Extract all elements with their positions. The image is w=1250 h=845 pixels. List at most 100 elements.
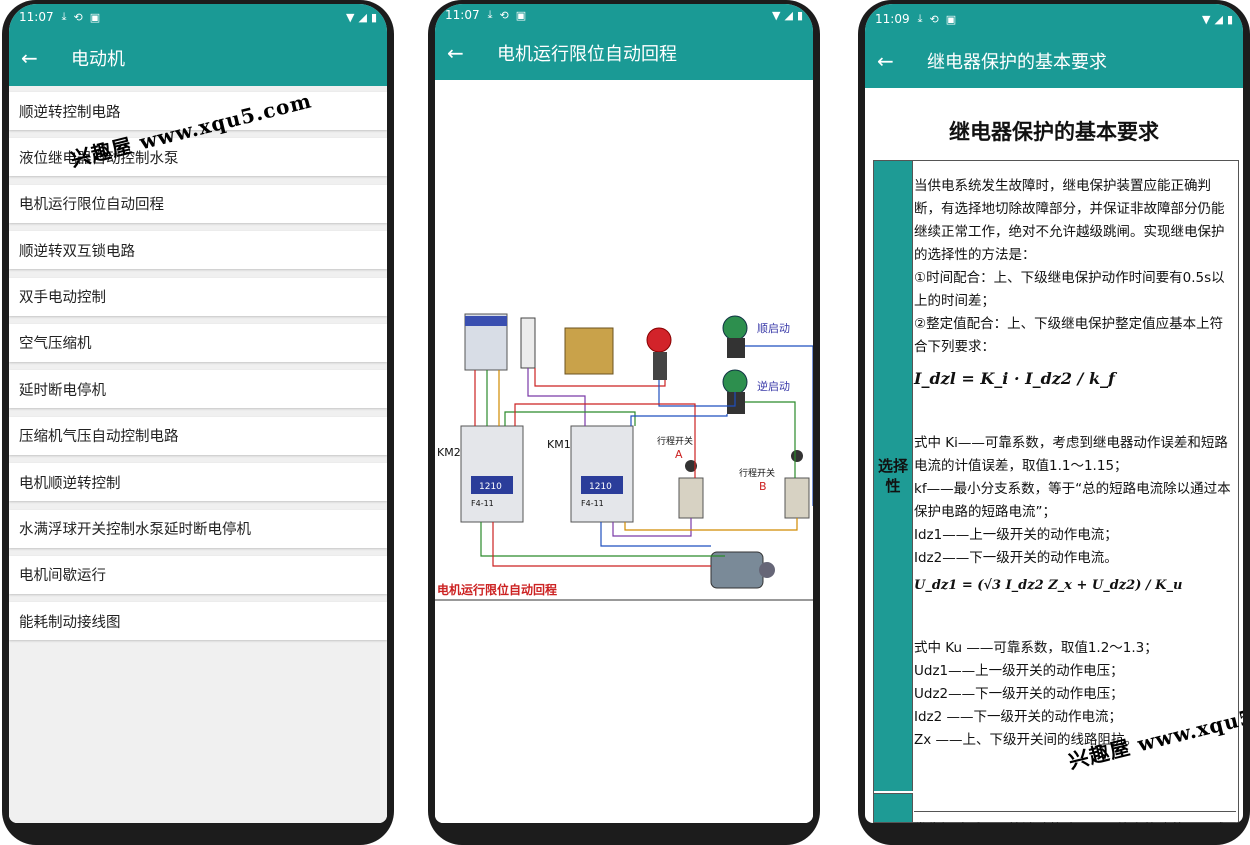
topic-list: 顺逆转控制电路 液位继电器自动控制水泵 电机运行限位自动回程 顺逆转双互锁电路 … [9,86,387,823]
limit-switch-b-letter: B [759,480,767,493]
phone-frame-2: 11:07 ⤓ ⟲ ▣ ▼ ◢ ▮ ← 电机运行限位自动回程 顺启动 逆启动 1… [428,0,820,845]
screen-1: 11:07 ⤓ ⟲ ▣ ▼ ◢ ▮ ← 电动机 顺逆转控制电路 液位继电器自动控… [9,4,387,823]
km2-sub-model: F4-11 [471,499,494,508]
list-item[interactable]: 空气压缩机 [9,323,387,362]
notification-icon: ▣ [945,12,957,26]
next-section-text: 发生短路后，尽快消除故障，可以缩小故障范围，减 [914,811,1236,823]
list-item[interactable]: 电机间歇运行 [9,555,387,594]
list-item[interactable]: 电机顺逆转控制 [9,463,387,502]
content-cell: 当供电系统发生故障时，继电保护装置应能正确判断，有选择地切除故障部分，并保证非故… [914,175,1236,752]
reverse-start-button [722,369,748,395]
signal-icon: ◢ [1214,12,1223,26]
back-arrow-icon[interactable]: ← [877,49,917,73]
list-item[interactable]: 压缩机气压自动控制电路 [9,416,387,455]
km2-label: KM2 [437,446,461,459]
phone-frame-3: 11:09 ⤓ ⟲ ▣ ▼ ◢ ▮ ← 继电器保护的基本要求 继电器保护的基本要… [858,0,1250,845]
status-bar: 11:09 ⤓ ⟲ ▣ ▼ ◢ ▮ [865,4,1243,34]
km1-sub-model: F4-11 [581,499,604,508]
page-title: 电机运行限位自动回程 [497,44,677,65]
paragraph: Udz1——上一级开关的动作电压； [914,663,1124,679]
paragraph: kf——最小分支系数，等于“总的短路电流除以通过本保护电路的短路电流”； [914,481,1231,520]
battery-icon: ▮ [796,8,803,22]
status-right: ▼ ◢ ▮ [1202,13,1233,26]
stop-button [646,327,672,353]
list-item[interactable]: 水满浮球开关控制水泵延时断电停机 [9,509,387,548]
back-arrow-icon[interactable]: ← [21,46,61,70]
notification-icon: ▣ [89,10,101,24]
limit-switch-b-label: 行程开关 [739,467,775,479]
download-icon: ⤓ [61,10,67,23]
wifi-icon: ▼ [772,8,781,22]
article-heading: 继电器保护的基本要求 [949,120,1159,144]
limit-switch-a [678,477,704,519]
battery-icon: ▮ [1226,12,1233,26]
km2-model: 1210 [479,482,502,492]
forward-start-label: 顺启动 [757,322,790,335]
paragraph: Idz2——下一级开关的动作电流。 [914,550,1118,566]
screen-3: 11:09 ⤓ ⟲ ▣ ▼ ◢ ▮ ← 继电器保护的基本要求 继电器保护的基本要… [865,4,1243,823]
paragraph: Idz1——上一级开关的动作电流； [914,527,1118,543]
back-arrow-icon[interactable]: ← [447,41,487,65]
app-bar: ← 电动机 [9,30,387,86]
status-right: ▼ ◢ ▮ [772,9,803,22]
wiring-diagram: 顺启动 逆启动 1210 F4-11 KM2 1210 F4-11 KM1 行程… [435,313,813,601]
breaker-label-strip [465,316,507,326]
status-time: 11:07 [445,8,480,22]
signal-icon: ◢ [358,10,367,24]
limit-switch-a-letter: A [675,448,683,461]
km1-model: 1210 [589,482,612,492]
status-bar: 11:07 ⤓ ⟲ ▣ ▼ ◢ ▮ [9,4,387,30]
paragraph: 式中 Ku ——可靠系数，取值1.2～1.3； [914,640,1158,656]
list-item[interactable]: 延时断电停机 [9,370,387,409]
paragraph: ①时间配合：上、下级继电保护动作时间要有0.5s以上的时间差； [914,270,1225,309]
side-label-cell-2 [874,793,913,822]
status-time: 11:09 [875,12,910,26]
side-label-cell: 选择性 [874,161,913,791]
battery-icon: ▮ [370,10,377,24]
paragraph: 当供电系统发生故障时，继电保护装置应能正确判断，有选择地切除故障部分，并保证非故… [914,178,1225,263]
paragraph: 式中 Ki——可靠系数，考虑到继电器动作误差和短路电流的计值误差，取值1.1～1… [914,435,1228,474]
limit-switch-b-roller [791,450,803,462]
forward-start-body [727,338,745,358]
forward-start-button [722,315,748,341]
download-icon: ⤓ [487,8,493,21]
motor [710,551,764,589]
km1-label: KM1 [547,438,571,451]
diagram-caption: 电机运行限位自动回程 [437,582,557,597]
list-item[interactable]: 顺逆转双互锁电路 [9,231,387,270]
list-item[interactable]: 能耗制动接线图 [9,602,387,641]
page-title: 继电器保护的基本要求 [927,52,1107,73]
wires [474,345,813,567]
wifi-icon: ▼ [346,10,355,24]
phone-frame-1: 11:07 ⤓ ⟲ ▣ ▼ ◢ ▮ ← 电动机 顺逆转控制电路 液位继电器自动控… [2,0,394,845]
transformer [564,327,614,375]
paragraph: ②整定值配合：上、下级继电保护整定值应基本上符合下列要求： [914,316,1224,355]
reverse-start-body [727,392,745,414]
motor-shaft [759,562,775,578]
list-item[interactable]: 电机运行限位自动回程 [9,184,387,223]
status-bar: 11:07 ⤓ ⟲ ▣ ▼ ◢ ▮ [435,4,813,26]
download-icon: ⤓ [917,12,923,25]
list-item[interactable]: 液位继电器自动控制水泵 [9,138,387,177]
notification-icon: ▣ [515,8,527,22]
single-breaker [520,317,536,369]
sync-icon: ⟲ [929,12,939,26]
screen-2: 11:07 ⤓ ⟲ ▣ ▼ ◢ ▮ ← 电机运行限位自动回程 顺启动 逆启动 1… [435,4,813,823]
signal-icon: ◢ [784,8,793,22]
diagram-area: 顺启动 逆启动 1210 F4-11 KM2 1210 F4-11 KM1 行程… [435,86,813,823]
formula-current: I_dzl = K_i · I_dz2 / k_f [914,369,1115,388]
list-item[interactable]: 双手电动控制 [9,277,387,316]
side-label: 选择性 [878,457,909,495]
status-time: 11:07 [19,10,54,24]
wifi-icon: ▼ [1202,12,1211,26]
app-bar: ← 电机运行限位自动回程 [435,26,813,80]
sync-icon: ⟲ [499,8,509,22]
limit-switch-a-label: 行程开关 [657,435,693,447]
formula-voltage: U_dz1 = (√3 I_dz2 Z_x + U_dz2) / K_u [914,578,1183,593]
reverse-start-label: 逆启动 [757,379,790,393]
paragraph: Udz2——下一级开关的动作电压； [914,686,1124,702]
limit-switch-b [784,477,810,519]
stop-button-body [653,352,667,380]
status-right: ▼ ◢ ▮ [346,11,377,24]
sync-icon: ⟲ [73,10,83,24]
